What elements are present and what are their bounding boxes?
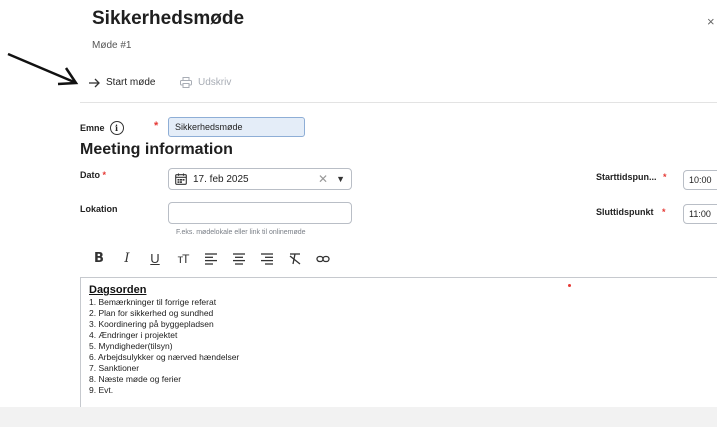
align-right-icon[interactable] xyxy=(260,252,274,265)
agenda-item: 9. Evt. xyxy=(89,385,114,395)
agenda-editor[interactable]: Dagsorden 1. Bemærkninger til forrige re… xyxy=(80,277,717,407)
starttid-field-label: Starttidspun... * xyxy=(596,172,667,182)
bottom-bar xyxy=(0,407,717,427)
info-icon[interactable]: i xyxy=(109,121,124,135)
link-icon[interactable] xyxy=(316,253,330,265)
arrow-right-icon xyxy=(89,78,100,87)
start-time-input[interactable]: 10:00 xyxy=(683,170,717,190)
lokation-hint: F.eks. mødelokale eller link til onlinem… xyxy=(176,229,306,236)
agenda-item: 4. Ændringer i projektet xyxy=(89,330,178,340)
printer-icon xyxy=(180,77,192,88)
emne-field-label: Emne i xyxy=(80,121,124,135)
date-value: 17. feb 2025 xyxy=(193,173,249,185)
date-picker[interactable]: 17. feb 2025 ✕ ▼ xyxy=(168,168,352,190)
bold-icon[interactable]: B xyxy=(92,251,106,266)
start-meeting-label: Start møde xyxy=(106,77,156,88)
agenda-item: 8. Næste møde og ferier xyxy=(89,374,182,384)
agenda-list: 1. Bemærkninger til forrige referat 2. Pl… xyxy=(89,297,709,396)
agenda-item: 2. Plan for sikkerhed og sundhed xyxy=(89,308,214,318)
lokation-input[interactable] xyxy=(168,202,352,224)
toolbar-divider xyxy=(80,102,717,103)
meeting-number: Møde #1 xyxy=(92,40,132,51)
underline-icon[interactable]: U xyxy=(148,251,162,266)
page-title: Sikkerhedsmøde xyxy=(92,8,245,29)
chevron-down-icon[interactable]: ▼ xyxy=(336,174,345,184)
align-left-icon[interactable] xyxy=(204,252,218,265)
editor-toolbar: B I U ᴛT xyxy=(92,251,330,266)
end-time-input[interactable]: 11:00 xyxy=(683,204,717,224)
agenda-item: 7. Sanktioner xyxy=(89,363,140,373)
section-title: Meeting information xyxy=(80,141,233,158)
annotation-arrow-icon xyxy=(7,52,79,86)
emne-input[interactable]: Sikkerhedsmøde xyxy=(168,117,305,137)
print-button[interactable]: Udskriv xyxy=(180,77,231,88)
agenda-item: 1. Bemærkninger til forrige referat xyxy=(89,297,217,307)
required-marker: * xyxy=(662,207,666,217)
agenda-title: Dagsorden xyxy=(89,284,147,296)
close-icon[interactable]: × xyxy=(707,14,715,29)
text-size-icon[interactable]: ᴛT xyxy=(176,252,190,266)
required-marker: * xyxy=(663,172,667,182)
agenda-item: 6. Arbejdsulykker og nærved hændelser xyxy=(89,352,240,362)
agenda-item: 5. Myndigheder(tilsyn) xyxy=(89,341,173,351)
clear-icon[interactable]: ✕ xyxy=(318,172,328,186)
start-meeting-button[interactable]: Start møde xyxy=(88,77,155,88)
clear-format-icon[interactable] xyxy=(288,252,302,265)
lokation-field-label: Lokation xyxy=(80,204,118,214)
required-marker: * xyxy=(102,170,107,180)
print-label: Udskriv xyxy=(198,77,232,88)
agenda-item: 3. Koordinering på byggepladsen xyxy=(89,319,214,329)
italic-icon[interactable]: I xyxy=(120,251,134,266)
sluttid-field-label: Sluttidspunkt * xyxy=(596,207,666,217)
dato-field-label: Dato * xyxy=(80,170,107,180)
calendar-icon xyxy=(175,173,187,185)
required-marker: * xyxy=(154,120,159,132)
cursor-marker xyxy=(568,284,571,287)
align-center-icon[interactable] xyxy=(232,252,246,265)
